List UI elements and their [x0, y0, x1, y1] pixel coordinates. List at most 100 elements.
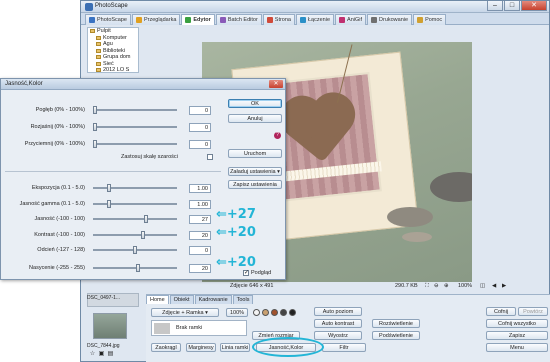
app-tab-label: Strona — [274, 17, 291, 23]
app-tab-7[interactable]: Drukowanie — [367, 14, 413, 25]
value-input[interactable]: 0 — [189, 123, 211, 132]
slider[interactable] — [93, 231, 177, 239]
slider[interactable] — [93, 184, 177, 192]
run-button[interactable]: Uruchom — [228, 149, 282, 158]
slider-thumb[interactable] — [107, 200, 112, 208]
nav-next-icon[interactable]: ▶ — [502, 283, 506, 289]
minimize-button[interactable]: – — [487, 1, 503, 11]
app-tab-5[interactable]: Łączenie — [296, 14, 335, 25]
app-tab-6[interactable]: AniGif — [335, 14, 367, 25]
value-input[interactable]: 0 — [189, 246, 211, 255]
fit-icon[interactable]: ⛶ — [425, 283, 429, 290]
bottom-tab-2[interactable]: Kadrowanie — [194, 295, 232, 304]
slider-thumb[interactable] — [93, 106, 97, 114]
frame-percent[interactable]: 100% — [226, 308, 248, 317]
color-swatch[interactable] — [253, 309, 260, 316]
app-tab-1[interactable]: Przeglądarka — [131, 14, 181, 25]
filtr-button[interactable]: Filtr — [322, 343, 366, 352]
star-icon[interactable]: ☆ — [89, 351, 96, 358]
close-window-button[interactable]: ✕ — [521, 1, 547, 11]
value-input[interactable]: 0 — [189, 140, 211, 149]
slider[interactable] — [93, 264, 177, 272]
bottom-tab-1[interactable]: Obiekt — [169, 295, 194, 304]
save-settings-button[interactable]: Zapisz ustawienia — [228, 180, 282, 189]
marginesy-button[interactable]: Marginesy — [186, 343, 216, 352]
auto-kontrast-button[interactable]: Auto kontrast — [314, 319, 362, 328]
arrow-left-icon: ⇐ — [216, 207, 227, 222]
slider-thumb[interactable] — [93, 140, 97, 148]
menu-button[interactable]: Menu — [486, 343, 548, 352]
photo-twine — [337, 44, 381, 110]
rozswietlenie-button[interactable]: Rozświetlenie — [372, 319, 420, 328]
thumbnail-image[interactable] — [93, 313, 127, 339]
help-icon[interactable]: ? — [274, 132, 281, 139]
zapisz-button[interactable]: Zapisz — [486, 331, 548, 340]
slider-thumb[interactable] — [136, 264, 141, 272]
grayscale-checkbox[interactable] — [207, 154, 213, 160]
color-swatch[interactable] — [262, 309, 269, 316]
dialog-close-button[interactable]: ✕ — [269, 80, 283, 88]
image-icon[interactable]: ▣ — [98, 351, 105, 358]
folder-icon[interactable]: ▤ — [107, 351, 114, 358]
preview-checkbox[interactable]: ✓ — [243, 270, 249, 276]
cofnij-button[interactable]: Cofnij — [486, 307, 516, 316]
ok-button[interactable]: OK — [228, 99, 282, 108]
color-swatch[interactable] — [271, 309, 278, 316]
thumbnail-label: DSC_7844.jpg — [87, 343, 120, 349]
slider[interactable] — [93, 215, 177, 223]
slider-thumb[interactable] — [107, 184, 112, 192]
app-tab-4[interactable]: Strona — [262, 14, 295, 25]
value-input[interactable]: 0 — [189, 106, 211, 115]
app-tab-0[interactable]: PhotoScape — [85, 14, 131, 25]
folder-tree[interactable]: Pulpit Komputer Agu Biblioteki Grupa dom Sieć… — [87, 27, 139, 73]
value-input[interactable]: 20 — [189, 264, 211, 273]
cofnij-wszystko-button[interactable]: Cofnij wszystko — [486, 319, 548, 328]
slider[interactable] — [93, 246, 177, 254]
cancel-button[interactable]: Anuluj — [228, 114, 282, 123]
nav-prev-icon[interactable]: ◀ — [492, 283, 496, 289]
app-tab-label: AniGif — [347, 17, 363, 23]
value-input[interactable]: 1.00 — [189, 184, 211, 193]
frame-picker[interactable]: Brak ramki — [151, 320, 247, 336]
thumbnail-icons: ☆ ▣ ▤ — [89, 351, 114, 358]
app-tab-icon — [371, 17, 378, 23]
color-swatch[interactable] — [289, 309, 296, 316]
slider[interactable] — [93, 140, 177, 148]
bottom-tab-0[interactable]: Home — [146, 295, 169, 304]
frame-select[interactable]: Zdjęcie + Ramka ▾ — [151, 308, 219, 317]
slider-thumb[interactable] — [93, 123, 97, 131]
app-tab-2[interactable]: Edytor — [181, 14, 215, 25]
zoom-in-icon[interactable]: ⊕ — [444, 283, 449, 289]
zaokragl-button[interactable]: Zaokrągl — [151, 343, 181, 352]
zoom-out-icon[interactable]: ⊖ — [434, 283, 439, 289]
value-input[interactable]: 20 — [189, 231, 211, 240]
zoom-percent: 100% — [458, 283, 473, 289]
app-tab-3[interactable]: Batch Editor — [215, 14, 262, 25]
slider[interactable] — [93, 123, 177, 131]
tree-item[interactable]: 2012 LO S — [90, 67, 138, 72]
brightness-color-dialog: Jasność,Kolor ✕ Pogłęb (0% - 100%) 0 Rozja… — [0, 78, 286, 280]
value-input[interactable]: 27 — [189, 215, 211, 224]
maximize-button[interactable]: □ — [504, 1, 520, 11]
color-swatch[interactable] — [280, 309, 287, 316]
podswietlenie-button[interactable]: Podświetlenie — [372, 331, 420, 340]
powtorz-button[interactable]: Powtórz — [518, 307, 548, 316]
slider[interactable] — [93, 200, 177, 208]
slider-label: Odcień (-127 - 128) — [37, 247, 85, 253]
slider-thumb[interactable] — [143, 215, 148, 223]
folder-icon — [96, 61, 101, 66]
slider[interactable] — [93, 106, 177, 114]
nav-icon[interactable]: ◫ — [480, 283, 485, 289]
auto-poziom-button[interactable]: Auto poziom — [314, 307, 362, 316]
slider-thumb[interactable] — [133, 246, 137, 254]
slider-track — [93, 234, 177, 236]
load-settings-button[interactable]: Załaduj ustawienia ▾ — [228, 167, 282, 176]
value-input[interactable]: 1.00 — [189, 200, 211, 209]
slider-thumb[interactable] — [141, 231, 145, 239]
photo-stone — [402, 232, 432, 242]
app-tab-label: Batch Editor — [227, 17, 258, 23]
linia-ramki-button[interactable]: Linia ramki — [220, 343, 250, 352]
wyostrz-button[interactable]: Wyostrz — [314, 331, 362, 340]
bottom-tab-3[interactable]: Tools — [232, 295, 254, 304]
app-tab-8[interactable]: Pomoc — [413, 14, 447, 25]
